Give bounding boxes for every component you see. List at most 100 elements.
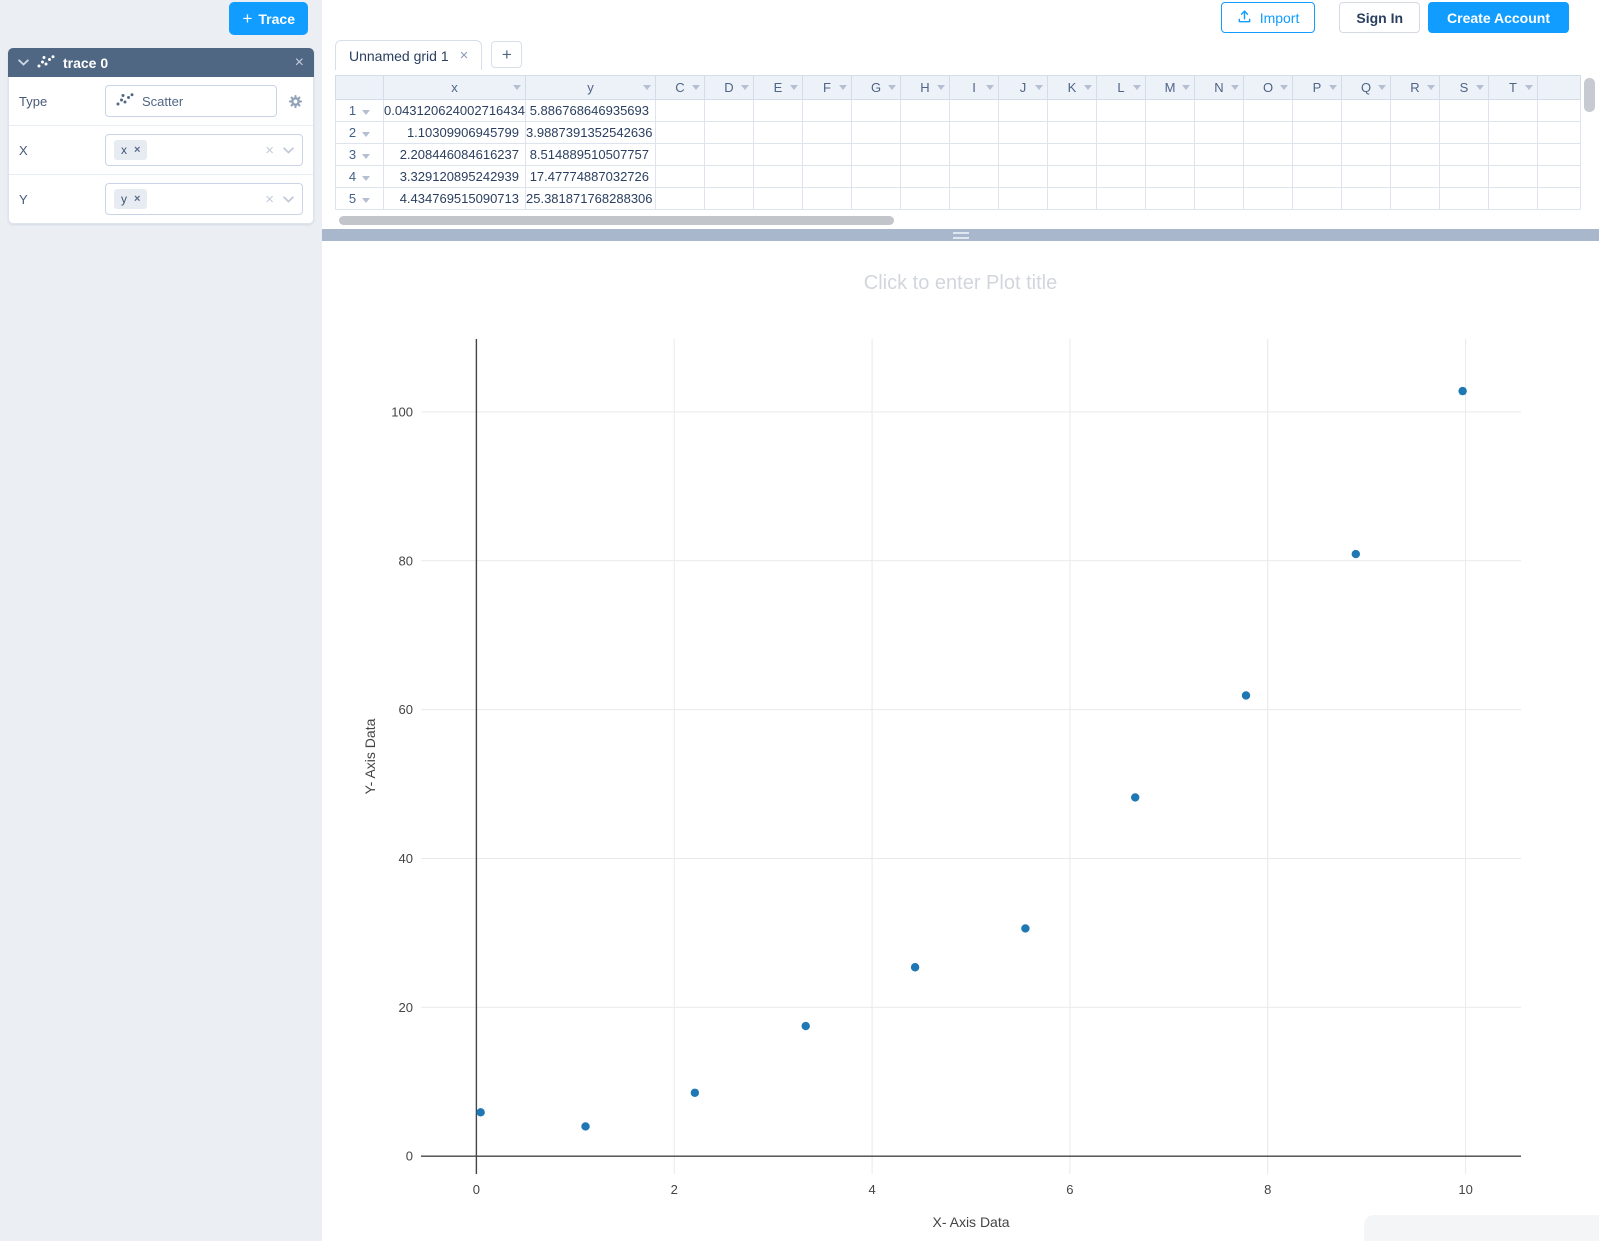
empty-cell[interactable] <box>802 187 852 210</box>
empty-cell[interactable] <box>802 143 852 166</box>
empty-cell[interactable] <box>753 187 803 210</box>
empty-cell[interactable] <box>1390 187 1440 210</box>
empty-cell[interactable] <box>704 143 754 166</box>
column-header-P[interactable]: P <box>1292 75 1342 100</box>
empty-cell[interactable] <box>1047 143 1097 166</box>
empty-cell[interactable] <box>1488 187 1538 210</box>
empty-cell[interactable] <box>1341 121 1391 144</box>
empty-cell[interactable] <box>1194 143 1244 166</box>
column-header-Q[interactable]: Q <box>1341 75 1391 100</box>
empty-cell[interactable] <box>998 99 1048 122</box>
row-number-cell[interactable]: 4 <box>335 165 384 188</box>
sign-in-button[interactable]: Sign In <box>1339 2 1421 33</box>
empty-cell[interactable] <box>704 165 754 188</box>
add-grid-button[interactable]: + <box>491 41 523 68</box>
column-header-I[interactable]: I <box>949 75 999 100</box>
add-trace-button[interactable]: + Trace <box>229 2 308 35</box>
column-menu-arrow-icon[interactable] <box>888 85 896 90</box>
empty-cell[interactable] <box>900 187 950 210</box>
column-menu-arrow-icon[interactable] <box>741 85 749 90</box>
empty-cell[interactable] <box>949 187 999 210</box>
x-column-select[interactable]: x × × <box>105 134 303 166</box>
empty-cell[interactable] <box>704 121 754 144</box>
column-header-J[interactable]: J <box>998 75 1048 100</box>
empty-cell[interactable] <box>802 121 852 144</box>
empty-cell[interactable] <box>1194 99 1244 122</box>
row-number-cell[interactable]: 1 <box>335 99 384 122</box>
empty-cell[interactable] <box>1096 99 1146 122</box>
column-menu-arrow-icon[interactable] <box>643 85 651 90</box>
empty-cell[interactable] <box>655 187 705 210</box>
cell-x5[interactable]: 4.434769515090713 <box>383 187 526 210</box>
cell-x4[interactable]: 3.329120895242939 <box>383 165 526 188</box>
chevron-down-icon[interactable] <box>283 146 294 154</box>
empty-cell[interactable] <box>1341 187 1391 210</box>
empty-cell[interactable] <box>1390 121 1440 144</box>
column-menu-arrow-icon[interactable] <box>1378 85 1386 90</box>
column-menu-arrow-icon[interactable] <box>1035 85 1043 90</box>
column-header-C[interactable]: C <box>655 75 705 100</box>
empty-cell[interactable] <box>753 99 803 122</box>
row-menu-arrow-icon[interactable] <box>362 132 371 137</box>
empty-cell[interactable] <box>851 143 901 166</box>
empty-cell[interactable] <box>655 121 705 144</box>
empty-cell[interactable] <box>655 165 705 188</box>
column-header-K[interactable]: K <box>1047 75 1097 100</box>
column-menu-arrow-icon[interactable] <box>1329 85 1337 90</box>
empty-cell[interactable] <box>1194 165 1244 188</box>
empty-cell[interactable] <box>1292 187 1342 210</box>
row-number-cell[interactable]: 3 <box>335 143 384 166</box>
y-axis-title[interactable]: Y- Axis Data <box>362 718 378 794</box>
empty-cell[interactable] <box>1390 143 1440 166</box>
empty-cell[interactable] <box>1390 99 1440 122</box>
cell-y1[interactable]: 5.886768646935693 <box>525 99 656 122</box>
x-chip[interactable]: x × <box>114 140 148 160</box>
empty-cell[interactable] <box>753 121 803 144</box>
close-icon[interactable]: × <box>295 54 304 72</box>
scatter-chart[interactable]: 0 2 4 6 8 10020406080100X- Axis DataY- Axis D… <box>322 241 1599 1241</box>
empty-cell[interactable] <box>1096 165 1146 188</box>
empty-cell[interactable] <box>1537 187 1581 210</box>
empty-cell[interactable] <box>1047 165 1097 188</box>
row-number-cell[interactable]: 5 <box>335 187 384 210</box>
empty-cell[interactable] <box>1439 165 1489 188</box>
empty-cell[interactable] <box>1243 187 1293 210</box>
grid-tab[interactable]: Unnamed grid 1 × <box>335 40 483 70</box>
clear-icon[interactable]: × <box>265 191 274 208</box>
empty-cell[interactable] <box>1341 165 1391 188</box>
empty-cell[interactable] <box>1439 187 1489 210</box>
row-number-cell[interactable]: 2 <box>335 121 384 144</box>
trace-type-dropdown[interactable]: Scatter <box>105 85 277 117</box>
column-header-F[interactable]: F <box>802 75 852 100</box>
empty-cell[interactable] <box>655 143 705 166</box>
column-header-R[interactable]: R <box>1390 75 1440 100</box>
close-icon[interactable]: × <box>460 47 469 64</box>
column-menu-arrow-icon[interactable] <box>1231 85 1239 90</box>
column-menu-arrow-icon[interactable] <box>1280 85 1288 90</box>
y-column-select[interactable]: y × × <box>105 183 303 215</box>
empty-cell[interactable] <box>655 99 705 122</box>
empty-cell[interactable] <box>1488 143 1538 166</box>
empty-cell[interactable] <box>949 99 999 122</box>
empty-cell[interactable] <box>1439 99 1489 122</box>
chip-remove-icon[interactable]: × <box>134 144 140 156</box>
empty-cell[interactable] <box>1145 187 1195 210</box>
empty-cell[interactable] <box>851 187 901 210</box>
empty-cell[interactable] <box>1292 99 1342 122</box>
empty-cell[interactable] <box>998 187 1048 210</box>
x-axis-title[interactable]: X- Axis Data <box>932 1214 1009 1230</box>
horizontal-scrollbar-thumb[interactable] <box>339 216 894 225</box>
column-menu-arrow-icon[interactable] <box>790 85 798 90</box>
corner-header-cell[interactable] <box>335 75 384 100</box>
clear-icon[interactable]: × <box>265 142 274 159</box>
empty-cell[interactable] <box>1096 187 1146 210</box>
cell-y3[interactable]: 8.514889510507757 <box>525 143 656 166</box>
column-menu-arrow-icon[interactable] <box>692 85 700 90</box>
empty-cell[interactable] <box>949 165 999 188</box>
empty-cell[interactable] <box>1096 121 1146 144</box>
empty-cell[interactable] <box>900 143 950 166</box>
empty-cell[interactable] <box>753 165 803 188</box>
cell-x2[interactable]: 1.10309906945799 <box>383 121 526 144</box>
column-menu-arrow-icon[interactable] <box>1084 85 1092 90</box>
column-menu-arrow-icon[interactable] <box>513 85 521 90</box>
